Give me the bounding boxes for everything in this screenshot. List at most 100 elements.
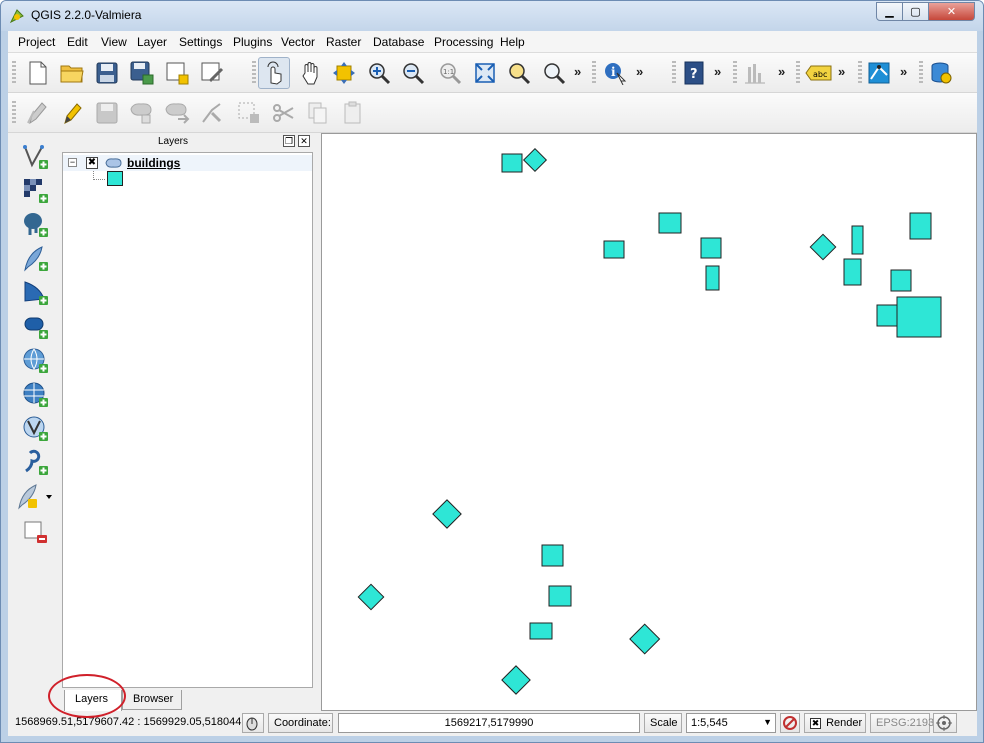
render-checkbox[interactable]: ✖ [810, 717, 821, 729]
add-spatialite-layer-button[interactable] [22, 245, 50, 273]
toolbar-grip[interactable] [919, 61, 923, 85]
building-feature[interactable] [501, 153, 523, 173]
raster-histogram-button[interactable] [742, 60, 768, 86]
building-feature[interactable] [658, 212, 682, 234]
collapse-icon[interactable]: − [68, 158, 77, 167]
toolbar-overflow-chevron[interactable]: » [714, 64, 721, 79]
menu-database[interactable]: Database [373, 35, 424, 49]
move-feature-button[interactable] [164, 100, 190, 126]
identify-features-button[interactable]: i [602, 60, 628, 86]
zoom-native-resolution-button[interactable]: 1:1 [437, 60, 463, 86]
add-feature-button[interactable] [129, 100, 155, 126]
save-layer-edits-button[interactable] [94, 100, 120, 126]
touch-zoom-pan-button[interactable] [258, 57, 290, 89]
zoom-out-button[interactable] [400, 60, 426, 86]
add-oracle-layer-button[interactable] [22, 313, 50, 341]
tab-layers[interactable]: Layers [64, 690, 122, 712]
toolbar-overflow-chevron[interactable]: » [778, 64, 785, 79]
save-as-button[interactable] [129, 60, 155, 86]
add-wms-layer-button[interactable] [22, 347, 50, 375]
menu-help[interactable]: Help [500, 35, 525, 49]
building-feature[interactable] [529, 622, 553, 640]
add-mssql-layer-button[interactable] [22, 279, 50, 307]
building-feature[interactable] [501, 665, 531, 695]
building-feature[interactable] [548, 585, 572, 607]
close-button[interactable]: ✕ [928, 2, 975, 21]
toolbar-grip[interactable] [12, 101, 16, 125]
visibility-checkbox[interactable]: ✖ [86, 157, 98, 169]
menu-vector[interactable]: Vector [281, 35, 315, 49]
pan-to-selection-button[interactable] [331, 60, 357, 86]
copy-features-button[interactable] [305, 100, 331, 126]
building-feature[interactable] [890, 269, 912, 292]
toolbar-overflow-chevron[interactable]: » [574, 64, 581, 79]
toggle-editing-button[interactable] [59, 100, 85, 126]
toggle-extents-button[interactable] [242, 713, 264, 733]
toolbar-overflow-chevron[interactable]: » [838, 64, 845, 79]
building-feature[interactable] [357, 583, 385, 611]
current-edits-button[interactable] [25, 100, 51, 126]
layer-row-buildings[interactable]: − ✖ buildings [63, 155, 312, 171]
menu-processing[interactable]: Processing [434, 35, 493, 49]
toolbar-grip[interactable] [252, 61, 256, 85]
zoom-to-layer-button[interactable] [541, 60, 567, 86]
add-vector-layer-button[interactable] [22, 143, 50, 171]
add-postgis-layer-button[interactable] [22, 211, 50, 239]
building-feature[interactable] [705, 265, 720, 291]
building-feature[interactable] [541, 544, 564, 567]
toolbar-grip[interactable] [12, 61, 16, 85]
toolbar-grip[interactable] [733, 61, 737, 85]
menu-layer[interactable]: Layer [137, 35, 167, 49]
map-canvas[interactable] [321, 133, 977, 711]
label-tool-button[interactable]: abc [804, 60, 834, 86]
menu-settings[interactable]: Settings [179, 35, 222, 49]
new-project-button[interactable] [25, 60, 51, 86]
coordinate-input[interactable] [338, 713, 640, 733]
building-feature[interactable] [603, 240, 625, 259]
menu-edit[interactable]: Edit [67, 35, 88, 49]
menu-raster[interactable]: Raster [326, 35, 361, 49]
building-feature[interactable] [896, 296, 942, 338]
georeferencer-button[interactable] [866, 60, 892, 86]
building-feature[interactable] [522, 147, 548, 173]
building-feature[interactable] [700, 237, 722, 259]
new-print-composer-button[interactable] [164, 60, 190, 86]
paste-features-button[interactable] [340, 100, 366, 126]
toolbar-overflow-chevron[interactable]: » [636, 64, 643, 79]
building-feature[interactable] [629, 623, 661, 655]
node-tool-button[interactable] [199, 100, 225, 126]
tab-browser[interactable]: Browser [122, 690, 182, 710]
layers-panel-header[interactable]: Layers ❐ ✕ [62, 133, 314, 151]
add-raster-layer-button[interactable] [22, 177, 50, 205]
close-panel-button[interactable]: ✕ [298, 135, 310, 147]
crs-status-button[interactable]: EPSG:2193 [870, 713, 934, 733]
delete-selected-button[interactable] [236, 100, 262, 126]
db-manager-button[interactable] [928, 60, 954, 86]
maximize-button[interactable]: ▢ [902, 2, 929, 21]
cut-features-button[interactable] [270, 100, 296, 126]
pan-map-button[interactable] [298, 60, 324, 86]
toolbar-grip[interactable] [796, 61, 800, 85]
remove-layer-button[interactable] [22, 519, 50, 547]
menu-project[interactable]: Project [18, 35, 55, 49]
menu-plugins[interactable]: Plugins [233, 35, 272, 49]
open-project-button[interactable] [59, 60, 85, 86]
building-feature[interactable] [876, 304, 900, 327]
zoom-to-selection-button[interactable] [506, 60, 532, 86]
help-contents-button[interactable]: ? [681, 60, 707, 86]
zoom-in-button[interactable] [366, 60, 392, 86]
toolbar-grip[interactable] [672, 61, 676, 85]
save-project-button[interactable] [94, 60, 120, 86]
building-feature[interactable] [809, 233, 837, 261]
add-wcs-layer-button[interactable] [22, 381, 50, 409]
minimize-button[interactable]: ▁ [876, 2, 903, 21]
render-toggle[interactable]: ✖ Render [804, 713, 866, 733]
layer-name[interactable]: buildings [127, 156, 180, 170]
toolbar-overflow-chevron[interactable]: » [900, 64, 907, 79]
toolbar-grip[interactable] [858, 61, 862, 85]
messages-button[interactable] [933, 713, 957, 733]
toolbar-grip[interactable] [592, 61, 596, 85]
zoom-full-button[interactable] [472, 60, 498, 86]
composer-manager-button[interactable] [199, 60, 225, 86]
new-layer-button[interactable] [16, 483, 56, 511]
